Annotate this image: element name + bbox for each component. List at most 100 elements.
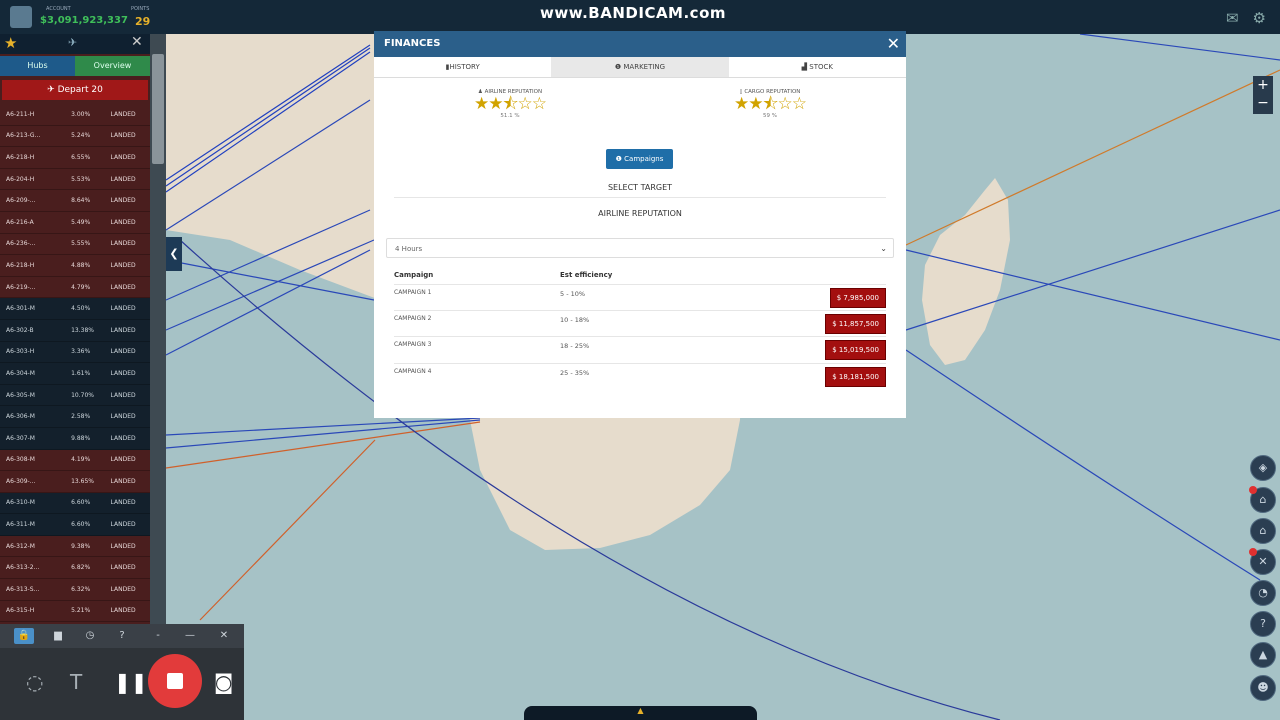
list-item[interactable]: A6-236-... 5.55% LANDED (0, 234, 150, 256)
aircraft-pct: 6.32% (71, 585, 91, 593)
sidebar-scrollbar[interactable] (150, 34, 166, 624)
aircraft-pct: 6.60% (71, 499, 91, 507)
tab-hubs[interactable]: Hubs (0, 56, 75, 76)
mail-icon[interactable]: ✉ (1226, 9, 1239, 27)
camera-icon[interactable]: ◙ (214, 670, 233, 694)
aircraft-status: LANDED (110, 499, 136, 507)
aircraft-status: LANDED (110, 240, 136, 248)
aircraft-pct: 13.38% (71, 326, 94, 334)
aircraft-status: LANDED (110, 585, 136, 593)
route-icon[interactable]: ✕ (1249, 548, 1276, 575)
star-icon[interactable]: ★ (4, 34, 17, 52)
buy-campaign-button[interactable]: $ 7,985,000 (829, 288, 886, 308)
close-dialog-button[interactable]: ✕ (887, 34, 900, 53)
text-icon[interactable]: T (70, 670, 82, 694)
list-item[interactable]: A6-310-M 6.60% LANDED (0, 492, 150, 515)
list-item[interactable]: A6-308-M 4.19% LANDED (0, 450, 150, 472)
collapse-sidebar-button[interactable]: ❮ (166, 237, 182, 271)
aircraft-status: LANDED (110, 477, 136, 485)
duration-select[interactable]: 4 Hours ⌄ (386, 238, 894, 258)
aircraft-pct: 6.82% (71, 564, 91, 572)
campaigns-button[interactable]: ❶ Campaigns (606, 149, 673, 169)
tab-marketing[interactable]: ❶ MARKETING (551, 57, 729, 77)
aircraft-name: A6-211-H (6, 110, 35, 118)
profile-icon[interactable]: ☻ (1250, 675, 1276, 701)
zoom-control[interactable]: + − (1253, 76, 1273, 114)
plane-icon[interactable]: ✈ (68, 36, 77, 49)
aircraft-name: A6-310-M (6, 499, 35, 507)
account-label: ACCOUNT (46, 6, 71, 12)
list-item[interactable]: A6-313-S... 6.32% LANDED (0, 579, 150, 601)
minimize-icon[interactable]: - (148, 628, 168, 644)
clock-icon[interactable]: ◷ (80, 628, 100, 644)
app-logo-icon[interactable] (10, 6, 32, 28)
close-icon[interactable]: ✕ (131, 34, 143, 50)
list-item[interactable]: A6-301-M 4.50% LANDED (0, 298, 150, 320)
campaign-name: CAMPAIGN 2 (394, 315, 432, 322)
list-item[interactable]: A6-209-... 8.64% LANDED (0, 190, 150, 212)
notification-badge (1249, 548, 1257, 556)
folder-icon[interactable]: ▆ (48, 628, 68, 644)
zoom-in-icon[interactable]: + (1253, 76, 1273, 94)
list-item[interactable]: A6-303-H 3.36% LANDED (0, 341, 150, 364)
list-item[interactable]: A6-309-... 13.65% LANDED (0, 471, 150, 493)
list-item[interactable]: A6-219-... 4.79% LANDED (0, 277, 150, 299)
cargo-reputation: ▯ CARGO REPUTATION ★★⯪☆☆ 59 % (710, 89, 830, 119)
network-icon[interactable]: ◈ (1250, 455, 1276, 481)
aircraft-status: LANDED (110, 348, 136, 356)
aircraft-pct: 13.65% (71, 477, 94, 485)
list-item[interactable]: A6-302-B 13.38% LANDED (0, 319, 150, 342)
depart-button[interactable]: ✈ Depart 20 (2, 80, 148, 100)
list-item[interactable]: A6-204-H 5.53% LANDED (0, 169, 150, 191)
list-item[interactable]: A6-304-M 1.61% LANDED (0, 363, 150, 385)
list-item[interactable]: A6-313-2... 6.82% LANDED (0, 557, 150, 580)
list-item[interactable]: A6-218-H 6.55% LANDED (0, 147, 150, 169)
list-item[interactable]: A6-311-M 6.60% LANDED (0, 514, 150, 536)
aircraft-pct: 5.49% (71, 218, 91, 226)
list-item[interactable]: A6-305-M 10.70% LANDED (0, 384, 150, 407)
aircraft-status: LANDED (110, 153, 136, 161)
campaigns-button-label: Campaigns (624, 155, 664, 163)
list-item[interactable]: A6-211-H 3.00% LANDED (0, 104, 150, 126)
alliance-icon[interactable]: ▲ (1250, 642, 1276, 668)
collapse-icon[interactable]: — (180, 628, 200, 644)
list-item[interactable]: A6-218-H 4.88% LANDED (0, 255, 150, 277)
list-item[interactable]: A6-306-M 2.58% LANDED (0, 406, 150, 428)
buy-campaign-button[interactable]: $ 15,019,500 (825, 340, 886, 360)
cursor-icon[interactable]: ◌ (26, 670, 43, 694)
stats-icon[interactable]: ◔ (1250, 580, 1276, 606)
pause-icon[interactable]: ❚❚ (114, 670, 148, 694)
scrollbar-thumb[interactable] (152, 54, 164, 164)
tab-history[interactable]: ▮HISTORY (374, 57, 551, 77)
aircraft-pct: 4.79% (71, 283, 91, 291)
list-item[interactable]: A6-312-M 9.38% LANDED (0, 536, 150, 558)
campaign-efficiency: 25 - 35% (560, 369, 590, 377)
close-icon[interactable]: ✕ (214, 628, 234, 644)
aircraft-name: A6-309-... (6, 477, 36, 485)
buy-campaign-button[interactable]: $ 18,181,500 (825, 367, 886, 387)
aircraft-pct: 1.61% (71, 369, 91, 377)
list-item[interactable]: A6-213-G... 5.24% LANDED (0, 126, 150, 148)
help-icon[interactable]: ? (1250, 611, 1276, 637)
zoom-out-icon[interactable]: − (1253, 94, 1273, 112)
duration-select-value: 4 Hours (395, 245, 423, 253)
aircraft-pct: 6.55% (71, 153, 91, 161)
aircraft-name: A6-216-A (6, 218, 34, 226)
hub-icon[interactable]: ⌂ (1250, 518, 1276, 544)
help-icon[interactable]: ? (112, 628, 132, 644)
hangar-icon[interactable]: ⌂ (1249, 486, 1276, 513)
bottom-panel-toggle[interactable]: ▲ (524, 706, 757, 720)
dialog-title: FINANCES (384, 38, 441, 49)
gear-icon[interactable]: ⚙ (1253, 9, 1266, 27)
tab-overview[interactable]: Overview (75, 56, 150, 76)
buy-campaign-button[interactable]: $ 11,857,500 (825, 314, 886, 334)
list-item[interactable]: A6-216-A 5.49% LANDED (0, 212, 150, 234)
campaign-name: CAMPAIGN 3 (394, 341, 432, 348)
tab-stock[interactable]: ▟ STOCK (729, 57, 906, 77)
stop-record-button[interactable] (148, 654, 202, 708)
table-row: CAMPAIGN 2 10 - 18% $ 11,857,500 (394, 310, 886, 337)
airline-rep-value: 51.1 % (500, 113, 520, 119)
list-item[interactable]: A6-315-H 5.21% LANDED (0, 601, 150, 623)
lock-icon[interactable]: 🔒 (14, 628, 34, 644)
list-item[interactable]: A6-307-M 9.88% LANDED (0, 427, 150, 450)
